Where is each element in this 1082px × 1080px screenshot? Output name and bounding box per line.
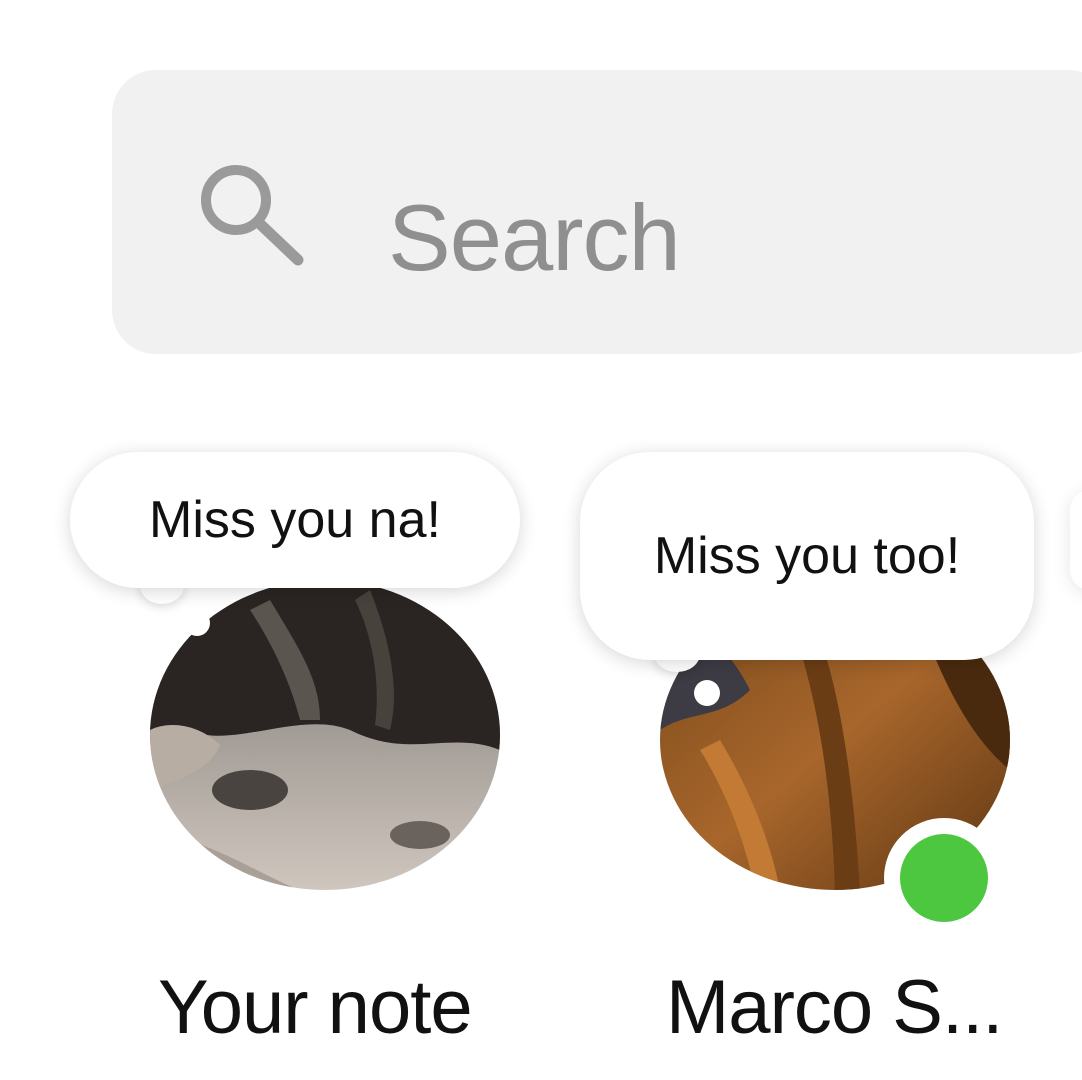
note-name: Your note [158,965,473,1050]
search-input[interactable] [388,188,1028,288]
note-bubble-tail-dot [694,680,720,706]
note-bubble: Miss you na! [70,452,520,588]
note-card-marco[interactable]: Miss you too! Marco S... [570,440,1050,1080]
note-bubble: Miss you too! [580,452,1034,660]
note-bubble-partial [1070,490,1082,590]
online-status-badge [884,818,1004,938]
note-text: Miss you na! [149,491,441,549]
note-card-your-note[interactable]: Miss you na! Your note [60,440,540,1080]
note-bubble-tail-dot [184,610,210,636]
note-name: Marco S... [666,965,1003,1050]
note-text: Miss you too! [653,527,961,585]
search-icon [201,165,304,266]
